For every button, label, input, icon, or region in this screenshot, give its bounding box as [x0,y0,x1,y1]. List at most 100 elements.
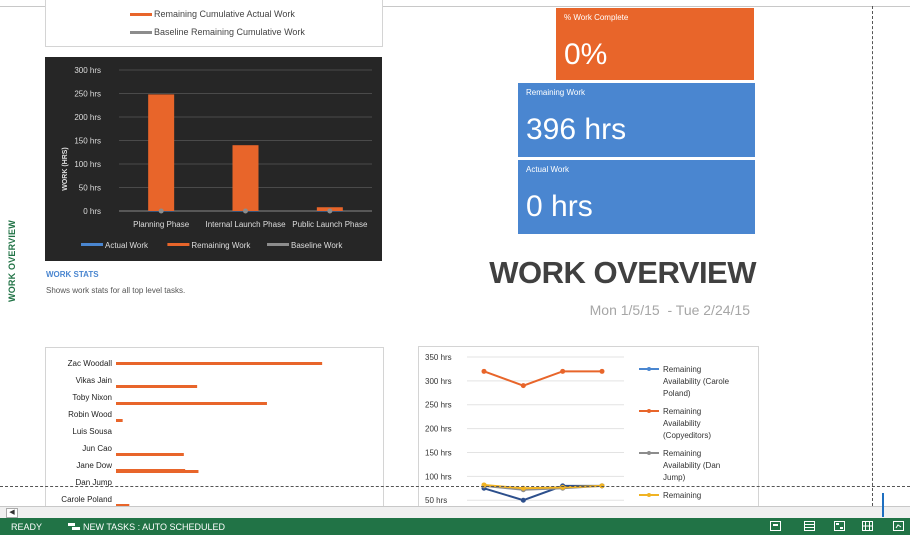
y-tick-label: 250 hrs [425,401,452,410]
legend-item-baseline: Baseline Remaining Cumulative Work [130,27,305,37]
pane-divider[interactable] [882,493,884,517]
kpi-label: Actual Work [526,165,569,174]
kpi-label: % Work Complete [564,13,629,22]
series-line [483,370,602,387]
y-tick-label: 200 hrs [74,113,101,122]
y-tick-label: 250 hrs [74,90,101,99]
legend-label: Actual Work [105,241,149,250]
end-date: Tue 2/24/15 [675,302,750,318]
resource-bar [116,402,267,405]
work-stats-description[interactable]: Shows work stats for all top level tasks… [46,286,185,295]
resource-name: Luis Sousa [72,427,112,436]
resource-bar [116,362,323,365]
y-tick-label: 0 hrs [83,207,101,216]
burndown-legend[interactable]: Remaining Cumulative Actual Work Baselin… [45,0,383,47]
team-planner-view-icon[interactable] [834,521,845,531]
task-usage-view-icon[interactable] [804,521,815,531]
legend-label: Remaining Work [191,241,251,250]
resource-bar [116,453,184,456]
series-point [599,368,605,374]
legend-swatch [267,243,289,246]
y-tick-label: 100 hrs [425,472,452,481]
availability-chart-svg: 50 hrs 100 hrs 150 hrs 200 hrs 250 hrs 300 hr… [425,353,730,505]
legend-swatch [81,243,103,246]
report-date-range[interactable]: Mon 1/5/15 - Tue 2/24/15 [470,302,750,318]
resource-name: Jane Dow [76,461,112,470]
kpi-actual-work[interactable]: Actual Work 0 hrs [518,160,755,234]
scroll-left-arrow-icon[interactable]: ◀ [6,508,18,518]
y-tick-label: 200 hrs [425,425,452,434]
work-chart[interactable]: 0 hrs 50 hrs 100 hrs 150 hrs 200 hrs 250 hrs 3… [45,57,382,261]
y-axis-label: WORK (HRS) [62,147,69,191]
legend-marker [647,493,651,497]
resource-stats-chart[interactable]: Zac Woodall Vikas Jain Toby Nixon Robin Woo… [45,347,384,513]
legend-swatch [167,243,190,246]
resource-chart-svg: Zac Woodall Vikas Jain Toby Nixon Robin Woo… [61,359,323,507]
x-category-label: Public Launch Phase [292,220,368,229]
work-chart-svg: 0 hrs 50 hrs 100 hrs 150 hrs 200 hrs 250 hrs 3… [62,66,372,250]
gantt-view-icon[interactable] [770,521,781,531]
legend-label: Remaining Availability (Carole Poland) [663,365,730,398]
x-category-label: Internal Launch Phase [205,220,286,229]
legend-marker [647,409,651,413]
bar-remaining-work [148,94,175,211]
resource-name: Robin Wood [68,410,112,419]
start-date: Mon 1/5/15 [589,302,660,318]
kpi-label: Remaining Work [526,88,585,97]
y-tick-label: 350 hrs [425,353,452,362]
resource-name: Zac Woodall [68,359,113,368]
resource-name: Jun Cao [82,444,112,453]
legend-item-actual: Remaining Cumulative Actual Work [130,9,295,19]
view-label-text: WORK OVERVIEW [7,220,17,302]
y-tick-label: 100 hrs [74,160,101,169]
series-point [520,497,526,503]
new-tasks-label: NEW TASKS : AUTO SCHEDULED [83,522,226,532]
bar-remaining-work [232,145,259,211]
work-stats-heading[interactable]: WORK STATS [46,270,99,279]
resource-name: Vikas Jain [76,376,112,385]
y-tick-label: 50 hrs [425,496,447,505]
resource-name: Toby Nixon [72,393,112,402]
marker-baseline-work [243,208,248,214]
resource-bar [116,385,198,388]
resource-bar [116,419,123,422]
marker-baseline-work [158,208,164,214]
marker-baseline-work [327,208,333,214]
legend-swatch [130,31,152,35]
report-view-icon[interactable] [893,521,904,531]
y-tick-label: 300 hrs [425,377,452,386]
legend-marker [647,367,651,371]
resource-bar [116,469,186,472]
series-point [520,383,526,389]
kpi-percent-complete[interactable]: % Work Complete 0% [556,8,754,80]
legend-label: Baseline Work [291,241,343,250]
report-title[interactable]: WORK OVERVIEW [462,255,756,291]
legend-label: Remaining [663,491,701,500]
new-tasks-mode[interactable]: NEW TASKS : AUTO SCHEDULED [68,522,225,532]
legend-label: Baseline Remaining Cumulative Work [154,27,305,37]
legend-label: Remaining Availability (Copyeditors) [663,407,711,440]
horizontal-scrollbar[interactable]: ◀ [0,506,910,518]
y-tick-label: 300 hrs [74,66,101,75]
y-tick-label: 150 hrs [74,137,101,146]
task-mode-icon [68,523,80,530]
legend-swatch [130,13,152,17]
availability-chart[interactable]: 50 hrs 100 hrs 150 hrs 200 hrs 250 hrs 300 hr… [418,346,759,513]
y-tick-label: 50 hrs [79,184,101,193]
legend-label: Remaining Cumulative Actual Work [154,9,295,19]
page-break-horizontal [0,486,910,487]
y-tick-label: 150 hrs [425,448,452,457]
view-label: WORK OVERVIEW [4,210,20,320]
date-separator: - [667,302,673,318]
legend-marker [647,451,651,455]
kpi-remaining-work[interactable]: Remaining Work 396 hrs [518,83,755,157]
kpi-value: 0% [564,38,608,71]
x-category-label: Planning Phase [133,220,190,229]
status-ready: READY [11,522,43,532]
legend-label: Remaining Availability (Dan Jump) [663,449,720,482]
resource-sheet-view-icon[interactable] [862,521,873,531]
kpi-value: 396 hrs [526,113,627,146]
resource-name: Carole Poland [61,495,112,504]
series-point [560,368,566,374]
kpi-value: 0 hrs [526,190,593,223]
